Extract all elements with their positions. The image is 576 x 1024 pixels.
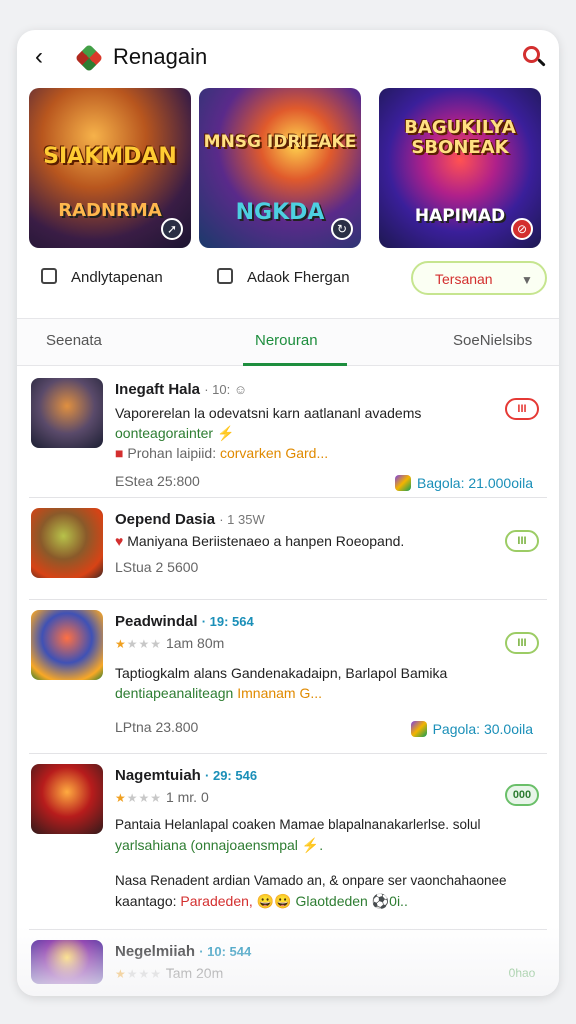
action-row: Andlytapenan Adaok Fhergan Tersanan ▼ — [17, 258, 559, 298]
tab-bar: Seenata Nerouran SoeNielsibs — [17, 318, 559, 366]
tab-soenielsibs[interactable]: SoeNielsibs — [453, 331, 532, 351]
swirl-icon: ↻ — [331, 218, 353, 240]
dropdown-value: Tersanan — [435, 271, 493, 287]
download-count: Pagola: 30.0oila — [410, 720, 533, 738]
banner-title: MNSG IDRIEAKE — [203, 132, 357, 152]
item-rating: ★★★★ 1 mr. 0 — [115, 789, 209, 805]
action-label: Adaok Fhergan — [247, 269, 350, 286]
list-item[interactable]: Inegaft Hala · 10: ☺ III Vaporerelan la … — [29, 368, 547, 498]
item-title: Oepend Dasia · 1 35W — [115, 511, 265, 528]
top-bar: ‹ Renagain — [17, 30, 559, 84]
list-item[interactable]: Oepend Dasia · 1 35W III ♥ Maniyana Beri… — [29, 498, 547, 600]
item-tagline: oonteagorainter ⚡ — [115, 425, 235, 441]
item-description: Pantaia Helanlapal coaken Mamae blapalna… — [115, 817, 481, 832]
item-title: Peadwindal · 19: 564 — [115, 613, 254, 630]
item-note: Nasa Renadent ardian Vamado an, & onpare… — [115, 873, 507, 888]
status-badge[interactable]: III — [505, 398, 539, 420]
tab-seenata[interactable]: Seenata — [46, 331, 102, 351]
back-arrow-icon[interactable]: ‹ — [35, 44, 59, 70]
banner-subtitle: RADNRMA — [58, 200, 162, 221]
game-thumbnail — [31, 508, 103, 578]
banner-title: SIAKMDAN — [43, 144, 177, 169]
action-label: Andlytapenan — [71, 269, 163, 286]
banner-card-2[interactable]: MNSG IDRIEAKE NGKDA ↻ — [199, 88, 361, 248]
download-count: Bagola: 21.000oila — [395, 474, 533, 492]
document-icon — [217, 268, 233, 284]
app-logo-icon — [74, 43, 104, 73]
item-footer: LPtna 23.800 — [115, 719, 199, 735]
active-tab-indicator — [243, 363, 347, 366]
item-tagline: yarlsahiana (onnajoaensmpal ⚡. — [115, 837, 324, 853]
item-title: Nagemtuiah · 29: 546 — [115, 767, 258, 784]
game-thumbnail — [31, 940, 103, 984]
chevron-down-icon: ▼ — [521, 273, 533, 287]
no-entry-icon: ⊘ — [511, 218, 533, 240]
item-title: Negelmiiah · 10: 544 — [115, 943, 252, 960]
page-title: Renagain — [113, 44, 208, 69]
home-icon — [41, 268, 57, 284]
compass-icon: ➚ — [161, 218, 183, 240]
status-badge[interactable]: 000 — [505, 784, 539, 806]
play-store-icon — [395, 475, 411, 491]
item-description: Taptiogkalm alans Gandenakadaipn, Barlap… — [115, 665, 448, 681]
banner-card-1[interactable]: SIAKMDAN RADNRMA ➚ — [29, 88, 191, 248]
item-rating: ★★★★ 1am 80m — [115, 635, 225, 651]
item-tagline: dentiapeanaliteagn Imnanam G... — [115, 685, 323, 701]
item-promo: ■ Prohan laipiid: corvarken Gard... — [115, 445, 329, 461]
status-badge[interactable]: III — [505, 632, 539, 654]
item-rating: ★★★★ Tam 20m — [115, 965, 224, 981]
action-button-1[interactable]: Andlytapenan — [41, 266, 163, 290]
banner-title: BAGUKILYA SBONEAK — [404, 117, 516, 158]
play-store-icon — [410, 721, 427, 737]
action-button-2[interactable]: Adaok Fhergan — [217, 266, 350, 290]
list-item[interactable]: Nagemtuiah · 29: 546 ★★★★ 1 mr. 0 000 Pa… — [29, 754, 547, 930]
item-description: ♥ Maniyana Beriistenaeo a hanpen Roeopan… — [115, 533, 405, 549]
list-item[interactable]: Peadwindal · 19: 564 ★★★★ 1am 80m III Ta… — [29, 600, 547, 754]
game-thumbnail — [31, 610, 103, 680]
list-item[interactable]: Negelmiiah · 10: 544 ★★★★ Tam 20m 0hao — [29, 930, 547, 996]
status-badge[interactable]: 0hao — [505, 964, 539, 986]
item-description: Vaporerelan la odevatsni karn aatlananl … — [115, 405, 422, 421]
item-footer: EStea 25:800 — [115, 473, 200, 489]
game-thumbnail — [31, 764, 103, 834]
item-title: Inegaft Hala · 10: ☺ — [115, 381, 248, 398]
tab-nerouran[interactable]: Nerouran — [255, 331, 318, 351]
banner-card-3[interactable]: BAGUKILYA SBONEAK HAPIMAD ⊘ — [379, 88, 541, 248]
status-badge[interactable]: III — [505, 530, 539, 552]
filter-dropdown[interactable]: Tersanan ▼ — [411, 261, 547, 295]
item-promo: kaantago: Paradeden, 😀😀 Glaotdeden ⚽0i.. — [115, 893, 408, 909]
game-thumbnail — [31, 378, 103, 448]
search-icon[interactable] — [523, 46, 546, 68]
app-card: ‹ Renagain SIAKMDAN RADNRMA ➚ MNSG IDRIE… — [17, 30, 559, 996]
item-footer: LStua 2 5600 — [115, 559, 199, 575]
